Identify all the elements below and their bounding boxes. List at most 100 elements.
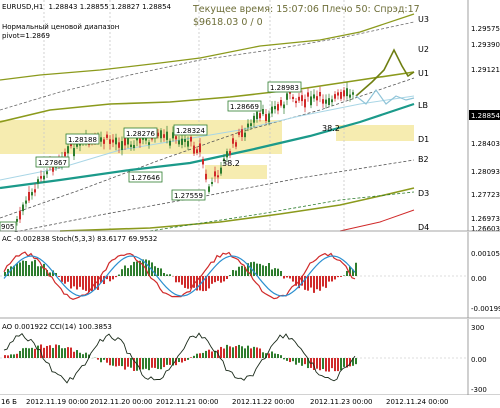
candle-body: [277, 104, 279, 111]
candle-body: [187, 140, 189, 147]
main-price-panel[interactable]: 1.28983 1.28669 1.28324 1.28276 1.28188 …: [0, 0, 500, 236]
ao-bar: [13, 354, 15, 358]
ac-bar: [25, 260, 27, 276]
svg-text:300: 300: [471, 324, 484, 332]
symbol-ohlc-line: EURUSD,H1 1.28843 1.28855 1.28827 1.2885…: [2, 3, 172, 11]
ac-bar: [166, 274, 168, 276]
ac-bar: [22, 260, 24, 276]
price-box-1.28324: 1.28324: [173, 124, 208, 136]
candle-body: [349, 94, 351, 98]
price-box-1.28188: 1.28188: [65, 133, 100, 145]
candle-body: [220, 167, 222, 174]
candle-body: [337, 92, 339, 96]
candle-body: [100, 137, 102, 142]
ac-bar: [61, 276, 63, 282]
ac-bar: [265, 266, 267, 276]
candle-body: [148, 142, 150, 145]
candle-body: [109, 139, 111, 144]
ac-bar: [223, 276, 225, 282]
ao-indicator-title: AO 0.001922 CCI(14) 100.3853: [2, 323, 112, 331]
current-price-marker: 1.28854: [469, 110, 500, 120]
candle-body: [34, 189, 36, 193]
svg-text:2012.11.24 00:00: 2012.11.24 00:00: [386, 398, 448, 406]
ao-bar: [76, 350, 78, 358]
candle-body: [241, 129, 243, 137]
candle-body: [253, 115, 255, 123]
ao-bar: [295, 358, 297, 365]
ao-bar: [262, 352, 264, 358]
ac-bar: [319, 276, 321, 291]
level-u3: U3: [418, 15, 429, 24]
ao-bar: [292, 358, 294, 362]
candle-body: [319, 92, 321, 97]
ao-bar: [187, 358, 189, 360]
ao-bar: [151, 358, 153, 368]
ac-bar: [73, 276, 75, 287]
ac-bar: [31, 261, 33, 276]
ao-bar: [325, 358, 327, 372]
candle-body: [346, 88, 348, 97]
candle-body: [16, 218, 18, 222]
price-box-1.28983: 1.28983: [267, 81, 302, 93]
ao-bar: [121, 358, 123, 367]
ac-bar: [328, 276, 330, 282]
ac-bar: [208, 276, 210, 289]
candle-body: [133, 144, 135, 149]
svg-text:1.27646: 1.27646: [131, 174, 160, 182]
svg-text:1.28324: 1.28324: [176, 127, 205, 135]
candle-body: [226, 151, 228, 158]
ao-bar: [271, 351, 273, 358]
fib-label-right: 38.2: [322, 124, 340, 133]
ac-bar: [193, 276, 195, 288]
level-b2: B2: [418, 155, 429, 164]
ao-bar: [85, 352, 87, 358]
svg-text:1.26973: 1.26973: [471, 215, 500, 223]
resistance-zone-right: [336, 125, 414, 141]
ao-bar: [340, 358, 342, 371]
candle-body: [265, 114, 267, 121]
ao-bar: [304, 358, 306, 365]
svg-text:0.00: 0.00: [471, 356, 487, 364]
ac-bar: [184, 276, 186, 288]
candle-body: [274, 106, 276, 110]
price-box-1.27559: 1.27559: [171, 189, 206, 201]
ac-bar: [232, 270, 234, 276]
price-box-905: 905: [0, 221, 17, 232]
svg-text:1.28276: 1.28276: [126, 130, 155, 138]
ac-bar: [286, 276, 288, 278]
candle-body: [202, 159, 204, 165]
chart-window[interactable]: 1.28983 1.28669 1.28324 1.28276 1.28188 …: [0, 0, 500, 408]
candle-body: [304, 99, 306, 108]
level-d1: D1: [418, 135, 429, 144]
svg-text:905: 905: [1, 223, 14, 231]
ao-bar: [52, 347, 54, 358]
ac-bar: [178, 276, 180, 283]
ac-stoch-panel[interactable]: AC -0.002838 Stoch(5,3,3) 83.6177 69.953…: [0, 232, 500, 319]
ao-bar: [4, 355, 6, 358]
pivot-label: pivot=1.2869: [2, 32, 50, 40]
candle-body: [199, 143, 201, 153]
candle-body: [43, 175, 45, 180]
ao-bar: [64, 348, 66, 358]
ac-bar: [127, 268, 129, 276]
candle-body: [64, 151, 66, 157]
candle-body: [118, 142, 120, 148]
candle-body: [283, 104, 285, 109]
candle-body: [40, 176, 42, 179]
candle-body: [169, 140, 171, 146]
candle-body: [310, 96, 312, 106]
svg-text:1.27867: 1.27867: [38, 159, 67, 167]
ohlc-values: 1.28843 1.28855 1.28827 1.28854: [49, 3, 172, 11]
ao-bar: [34, 348, 36, 358]
ac-bar: [181, 276, 183, 285]
candle-body: [106, 134, 108, 138]
candle-body: [31, 192, 33, 196]
candle-body: [46, 171, 48, 175]
candle-body: [238, 132, 240, 135]
ao-bar: [28, 348, 30, 358]
ao-bar: [283, 358, 285, 360]
ao-bar: [112, 358, 114, 366]
ao-cci-panel[interactable]: AO 0.001922 CCI(14) 100.3853 300 0.00 -3…: [0, 319, 500, 396]
ao-bar: [160, 358, 162, 370]
candle-body: [25, 200, 27, 204]
